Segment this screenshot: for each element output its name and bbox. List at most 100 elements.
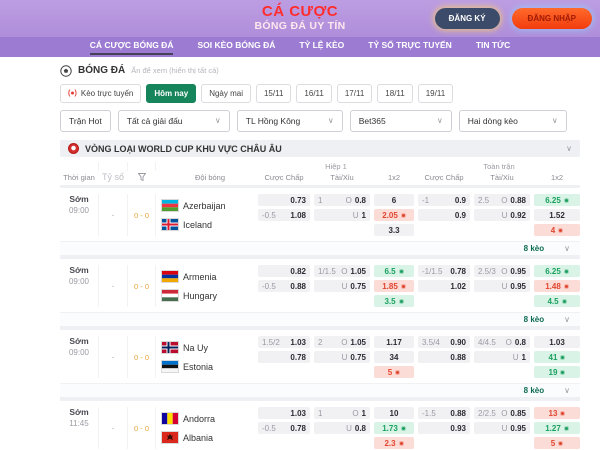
over-under-odds-cell[interactable]: 1/1.5 O 1.05 (314, 265, 370, 277)
home-team[interactable]: Na Uy (161, 341, 258, 354)
handicap-odds-cell[interactable]: -1/1.5 0.78 (418, 265, 470, 277)
handicap-odds-cell[interactable]: -1 0.9 (418, 194, 470, 206)
over-under-odds-cell[interactable]: 2/2.5 O 0.85 (474, 407, 530, 419)
chevron-down-icon[interactable]: ∨ (564, 315, 570, 324)
1x2-odds-cell[interactable]: 1.73 (374, 422, 414, 434)
1x2-odds-cell[interactable]: 1.85 (374, 280, 414, 292)
filter-date-17-11[interactable]: 17/11 (336, 84, 373, 103)
1x2-odds-cell[interactable]: 3.3 (374, 224, 414, 236)
handicap-odds-cell[interactable]: 1.5/2 1.03 (258, 336, 310, 348)
1x2-odds-cell[interactable]: 13 (534, 407, 580, 419)
league-select[interactable]: Tất cả giải đấu ∨ (117, 110, 230, 132)
over-under-odds-cell[interactable]: 2.5 O 0.88 (474, 194, 530, 206)
site-logo[interactable]: CÁ CƯỢC BÓNG ĐÁ UY TÍN (255, 4, 346, 32)
1x2-odds-cell[interactable]: 4 (534, 224, 580, 236)
handicap-odds-cell[interactable]: 0.88 (418, 351, 470, 363)
odds-value: 1.05 (350, 337, 366, 347)
1x2-odds-cell[interactable]: 6.5 (374, 265, 414, 277)
filter-tomorrow[interactable]: Ngày mai (201, 84, 251, 103)
nav-item-soi-keo-bong-da[interactable]: SOI KÈO BÓNG ĐÁ (197, 40, 275, 53)
nav-item-ca-cuoc-bong-da[interactable]: CÁ CƯỢC BÓNG ĐÁ (89, 40, 174, 55)
chevron-down-icon[interactable]: ∨ (564, 386, 570, 395)
filter-today[interactable]: Hôm nay (146, 84, 197, 103)
away-team[interactable]: Estonia (161, 360, 258, 373)
register-button[interactable]: ĐĂNG KÝ (434, 8, 500, 29)
1x2-odds-cell[interactable]: 6 (374, 194, 414, 206)
handicap-odds-cell[interactable]: 1.03 (258, 407, 310, 419)
over-under-odds-cell[interactable]: U 0.8 (314, 422, 370, 434)
1x2-odds-cell[interactable]: 41 (534, 351, 580, 363)
chevron-down-icon[interactable]: ∨ (566, 144, 572, 153)
more-odds-link[interactable]: 8 kèo (524, 386, 544, 395)
home-team[interactable]: Armenia (161, 270, 258, 283)
handicap-odds-cell[interactable]: -1.5 0.88 (418, 407, 470, 419)
over-under-side: U (512, 352, 519, 362)
1x2-odds-cell[interactable]: 19 (534, 366, 580, 378)
filter-date-19-11[interactable]: 19/11 (417, 84, 454, 103)
1x2-odds-cell[interactable]: 6.25 (534, 194, 580, 206)
1x2-odds-cell[interactable]: 10 (374, 407, 414, 419)
goal-line: 1/1.5 (318, 266, 336, 276)
handicap-odds-cell[interactable]: 0.78 (258, 351, 310, 363)
away-team[interactable]: Hungary (161, 289, 258, 302)
handicap-odds-cell[interactable]: 0.93 (418, 422, 470, 434)
1x2-odds-cell[interactable]: 1.17 (374, 336, 414, 348)
1x2-odds-cell[interactable]: 5 (534, 437, 580, 449)
home-team[interactable]: Andorra (161, 412, 258, 425)
bookmaker-select[interactable]: Bet365 ∨ (349, 110, 452, 132)
filter-live[interactable]: (●) Kèo trực tuyến (60, 84, 142, 103)
handicap-odds-cell[interactable]: -0.5 0.78 (258, 422, 310, 434)
handicap-odds-cell[interactable]: 1.02 (418, 280, 470, 292)
over-under-odds-cell[interactable]: U 0.92 (474, 209, 530, 221)
handicap-odds-cell[interactable]: -0.5 1.08 (258, 209, 310, 221)
nav-item-ty-so-truc-tuyen[interactable]: TỶ SỐ TRỰC TUYẾN (368, 40, 452, 53)
filter-date-16-11[interactable]: 16/11 (296, 84, 332, 103)
over-under-odds-cell[interactable]: U 0.75 (314, 351, 370, 363)
1x2-odds-cell[interactable]: 2.3 (374, 437, 414, 449)
1x2-odds-cell[interactable]: 6.25 (534, 265, 580, 277)
logo-line1: CÁ CƯỢC (261, 3, 339, 21)
1x2-odds-cell[interactable]: 1.27 (534, 422, 580, 434)
over-under-odds-cell[interactable]: 4/4.5 O 0.8 (474, 336, 530, 348)
1x2-odds-cell[interactable]: 3.5 (374, 295, 414, 307)
goal-line: 1 (318, 408, 323, 418)
over-under-odds-cell[interactable]: U 0.75 (314, 280, 370, 292)
1x2-odds-cell[interactable]: 1.03 (534, 336, 580, 348)
home-team[interactable]: Azerbaijan (161, 199, 258, 212)
login-button[interactable]: ĐĂNG NHẬP (511, 8, 592, 29)
over-under-odds-cell[interactable]: 2.5/3 O 0.95 (474, 265, 530, 277)
more-odds-link[interactable]: 8 kèo (524, 315, 544, 324)
odds-format-select[interactable]: TL Hồng Kông ∨ (236, 110, 343, 132)
filter-date-18-11[interactable]: 18/11 (377, 84, 413, 103)
chevron-down-icon: ∨ (436, 116, 443, 125)
handicap-odds-cell[interactable]: 0.82 (258, 265, 310, 277)
over-under-odds-cell[interactable]: U 0.95 (474, 280, 530, 292)
chevron-down-icon[interactable]: ∨ (564, 244, 570, 253)
more-odds-link[interactable]: 8 kèo (524, 244, 544, 253)
1x2-odds-cell[interactable]: 4.5 (534, 295, 580, 307)
league-header[interactable]: VÒNG LOẠI WORLD CUP KHU VỰC CHÂU ÂU ∨ (60, 140, 580, 157)
lines-select[interactable]: Hai dòng kèo ∨ (458, 110, 567, 132)
over-under-odds-cell[interactable]: U1 (314, 209, 370, 221)
1x2-odds-cell[interactable]: 1.52 (534, 209, 580, 221)
filter-date-15-11[interactable]: 15/11 (255, 84, 292, 103)
filter-funnel-icon[interactable] (128, 173, 156, 181)
nav-item-ty-le-keo[interactable]: TỶ LỆ KÈO (299, 40, 344, 53)
1x2-odds-cell[interactable]: 1.48 (534, 280, 580, 292)
over-under-odds-cell[interactable]: 1O1 (314, 407, 370, 419)
hot-matches-button[interactable]: Trận Hot (60, 110, 111, 132)
handicap-odds-cell[interactable]: 0.9 (418, 209, 470, 221)
handicap-odds-cell[interactable]: 0.73 (258, 194, 310, 206)
over-under-odds-cell[interactable]: U1 (474, 351, 530, 363)
1x2-odds-cell[interactable]: 5 (374, 366, 414, 378)
1x2-odds-cell[interactable]: 34 (374, 351, 414, 363)
over-under-odds-cell[interactable]: U 0.95 (474, 422, 530, 434)
handicap-odds-cell[interactable]: 3.5/4 0.90 (418, 336, 470, 348)
away-team[interactable]: Albania (161, 431, 258, 444)
1x2-odds-cell[interactable]: 2.05 (374, 209, 414, 221)
away-team[interactable]: Iceland (161, 218, 258, 231)
over-under-odds-cell[interactable]: 1 O 0.8 (314, 194, 370, 206)
nav-item-tin-tuc[interactable]: TIN TỨC (476, 40, 510, 53)
over-under-odds-cell[interactable]: 2 O 1.05 (314, 336, 370, 348)
handicap-odds-cell[interactable]: -0.5 0.88 (258, 280, 310, 292)
